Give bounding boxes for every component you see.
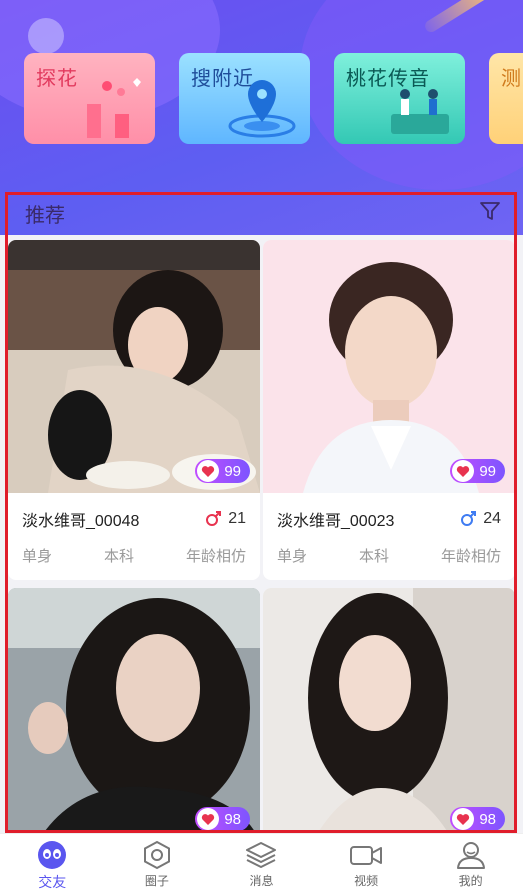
- profile-status: 单身: [277, 547, 308, 565]
- nav-label: 视频: [354, 874, 379, 888]
- profile-education: 本科: [358, 547, 389, 565]
- profile-photo[interactable]: 98: [263, 588, 515, 830]
- profile-photo-image: [263, 240, 515, 493]
- like-badge: 98: [450, 807, 505, 830]
- feature-card-tanhua[interactable]: 探花: [24, 53, 155, 144]
- profile-photo[interactable]: 99: [8, 240, 260, 493]
- nav-item-video[interactable]: 视频: [314, 834, 419, 895]
- recommend-title: 推荐: [25, 203, 65, 227]
- profile-photo-image: [8, 240, 260, 493]
- heart-icon: [452, 808, 475, 830]
- tower-heart-icon: [87, 78, 141, 138]
- like-badge: 98: [195, 807, 250, 830]
- nav-label: 我的: [458, 874, 483, 888]
- nav-item-me[interactable]: 我的: [418, 834, 523, 895]
- profile-card[interactable]: 98: [263, 588, 515, 830]
- female-icon: [206, 511, 222, 526]
- video-camera-icon: [350, 846, 383, 865]
- like-badge: 99: [450, 459, 505, 483]
- profile-photo[interactable]: 99: [263, 240, 515, 493]
- like-count: 99: [479, 462, 496, 480]
- filter-icon[interactable]: [479, 200, 501, 222]
- feature-card-voice[interactable]: 桃花传音: [334, 53, 465, 144]
- moon-decoration: [28, 18, 64, 54]
- feature-title: 测爱: [501, 66, 523, 90]
- age-gender: 21: [204, 510, 246, 528]
- feature-title: 探花: [36, 66, 78, 90]
- male-icon: [461, 511, 477, 526]
- profile-name: 淡水维哥_00023: [277, 513, 395, 530]
- like-badge: 99: [195, 459, 250, 483]
- profile-photo-image: [8, 588, 260, 830]
- profile-status: 单身: [22, 547, 53, 565]
- feature-card-nearby[interactable]: 搜附近: [179, 53, 310, 144]
- profile-age: 24: [483, 510, 501, 527]
- profile-grid: 99 淡水维哥_00048 21 单身 本科 年龄相仿 99 淡水维哥_0002…: [0, 235, 523, 830]
- circle-hexagon-icon: [143, 840, 170, 870]
- nav-item-messages[interactable]: 消息: [209, 834, 314, 895]
- profile-card[interactable]: 99 淡水维哥_00048 21 单身 本科 年龄相仿: [8, 240, 260, 580]
- like-count: 98: [479, 810, 496, 828]
- profile-education: 本科: [103, 547, 134, 565]
- layers-message-icon: [246, 842, 277, 868]
- age-gender: 24: [459, 510, 501, 528]
- heart-icon: [197, 808, 220, 830]
- nav-label: 消息: [249, 874, 274, 888]
- feature-card-test[interactable]: 测爱: [489, 53, 523, 144]
- feature-cards: 探花 搜附近 桃花传音 测爱: [24, 53, 523, 144]
- profile-photo[interactable]: 98: [8, 588, 260, 830]
- couple-chat-icon: [391, 89, 449, 134]
- like-count: 99: [224, 462, 241, 480]
- heart-icon: [197, 460, 220, 482]
- nav-label: 圈子: [144, 874, 169, 888]
- nav-label: 交友: [38, 875, 67, 891]
- profile-photo-image: [263, 588, 515, 830]
- profile-card[interactable]: 99 淡水维哥_00023 24 单身 本科 年龄相仿: [263, 240, 515, 580]
- profile-age: 21: [228, 510, 246, 527]
- profile-name: 淡水维哥_00048: [22, 513, 140, 530]
- profile-info: 淡水维哥_00048 21 单身 本科 年龄相仿: [8, 493, 260, 580]
- like-count: 98: [224, 810, 241, 828]
- nav-item-circle[interactable]: 圈子: [105, 834, 210, 895]
- recommend-header: 推荐: [0, 193, 523, 235]
- profile-info: 淡水维哥_00023 24 单身 本科 年龄相仿: [263, 493, 515, 580]
- profile-age-match: 年龄相仿: [440, 547, 501, 565]
- profile-age-match: 年龄相仿: [185, 547, 246, 565]
- heart-icon: [452, 460, 475, 482]
- nav-item-friends[interactable]: 交友: [0, 834, 105, 895]
- profile-card[interactable]: 98: [8, 588, 260, 830]
- bottom-nav: 交友 圈子 消息 视频 我的: [0, 833, 523, 895]
- friends-icon: [38, 841, 67, 869]
- profile-icon: [456, 842, 485, 869]
- location-pin-icon: [228, 80, 296, 138]
